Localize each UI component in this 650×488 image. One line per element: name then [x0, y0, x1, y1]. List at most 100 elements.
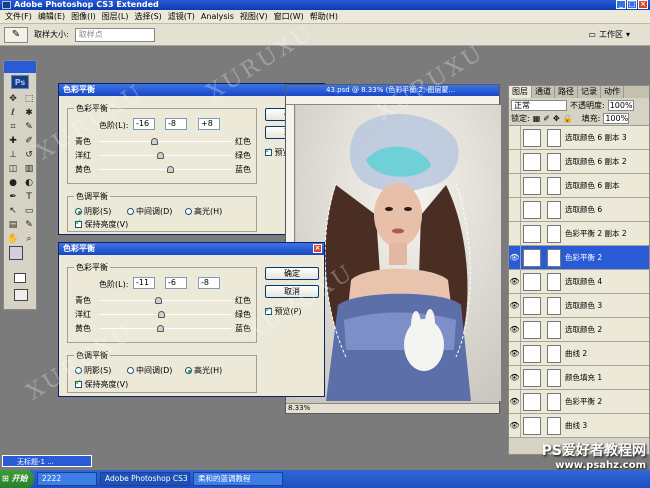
eye-icon[interactable]: 👁	[509, 389, 521, 414]
radio-icon[interactable]	[185, 367, 192, 374]
slider-track[interactable]	[99, 169, 231, 170]
slider-thumb[interactable]	[167, 166, 175, 173]
layer-row[interactable]: 👁 选取颜色 4	[509, 269, 649, 294]
slider-track[interactable]	[99, 141, 231, 142]
eyedropper-tool-preset-icon[interactable]: ✎	[4, 26, 28, 43]
lock-transparent-icon[interactable]: ▦	[533, 114, 541, 123]
crop-tool-icon[interactable]: ⌗	[6, 121, 20, 133]
eye-icon[interactable]: 👁	[509, 245, 521, 270]
level-input-3[interactable]: -8	[198, 277, 220, 289]
level-input-1[interactable]: -16	[133, 118, 155, 130]
slider-thumb[interactable]	[156, 152, 164, 159]
eye-icon[interactable]	[509, 125, 521, 150]
layer-row[interactable]: 👁 色彩平衡 2	[509, 389, 649, 414]
tone-radio-2[interactable]: 高光(H)	[185, 206, 222, 217]
ok-button[interactable]: 确定	[265, 267, 319, 280]
level-input-2[interactable]: -8	[165, 118, 187, 130]
lock-all-icon[interactable]: 🔒	[563, 114, 573, 123]
eyedropper2-tool-icon[interactable]: ✎	[22, 219, 36, 231]
layer-row[interactable]: 👁 颜色填充 1	[509, 365, 649, 390]
gradient-tool-icon[interactable]: ▥	[22, 163, 36, 175]
menu-item[interactable]: 滤镜(T)	[165, 11, 198, 22]
slider-thumb[interactable]	[156, 325, 164, 332]
document-title[interactable]: 43.psd @ 8.33% (色彩平衡 2, 图层蒙...	[286, 85, 499, 96]
radio-icon[interactable]	[127, 367, 134, 374]
brush-tool-icon[interactable]: ✐	[22, 135, 36, 147]
opacity-input[interactable]: 100%	[607, 99, 634, 111]
preserve-luminosity-checkbox[interactable]: 保持亮度(V)	[75, 378, 128, 390]
stamp-tool-icon[interactable]: ⊥	[6, 149, 20, 161]
eye-icon[interactable]: 👁	[509, 317, 521, 342]
ps-logo-icon[interactable]: Ps	[11, 75, 29, 89]
healing-tool-icon[interactable]: ✚	[6, 135, 20, 147]
eraser-tool-icon[interactable]: ◫	[6, 163, 20, 175]
eye-icon[interactable]	[509, 149, 521, 174]
tone-radio-0[interactable]: 阴影(S)	[75, 206, 111, 217]
cancel-button[interactable]: 取消	[265, 285, 319, 298]
checkbox-icon[interactable]	[265, 146, 272, 156]
menu-item[interactable]: 选择(S)	[131, 11, 164, 22]
eye-icon[interactable]	[509, 173, 521, 198]
taskbar-item[interactable]: 2222	[37, 472, 97, 486]
zoom-readout[interactable]: 8.33%	[288, 404, 310, 412]
minimized-document[interactable]: 无标题-1 ...	[2, 455, 92, 467]
magic-wand-tool-icon[interactable]: ✱	[22, 107, 36, 119]
canvas-photo[interactable]	[296, 105, 501, 401]
layer-row[interactable]: 👁 选取颜色 3	[509, 293, 649, 318]
radio-icon[interactable]	[75, 208, 82, 215]
level-input-2[interactable]: -6	[165, 277, 187, 289]
layer-row[interactable]: 选取颜色 6 副本	[509, 173, 649, 198]
eye-icon[interactable]: 👁	[509, 413, 521, 438]
fill-input[interactable]: 100%	[603, 113, 630, 124]
checkbox-icon[interactable]	[75, 218, 82, 228]
eye-icon[interactable]: 👁	[509, 365, 521, 390]
slider-thumb[interactable]	[158, 311, 166, 318]
minimize-button[interactable]: _	[616, 0, 626, 9]
slider-track[interactable]	[99, 300, 231, 301]
hand-tool-icon[interactable]: ✋	[6, 233, 20, 245]
quick-mask-icon[interactable]	[14, 273, 26, 283]
layer-row[interactable]: 👁 色彩平衡 2	[509, 245, 649, 270]
eyedropper-tool-icon[interactable]: ✎	[22, 121, 36, 133]
menu-item[interactable]: 编辑(E)	[35, 11, 68, 22]
pen-tool-icon[interactable]: ✒	[6, 191, 20, 203]
preserve-luminosity-checkbox[interactable]: 保持亮度(V)	[75, 218, 128, 230]
lasso-tool-icon[interactable]: ℓ	[6, 107, 20, 119]
tone-radio-1[interactable]: 中间调(D)	[127, 365, 172, 376]
eye-icon[interactable]	[509, 197, 521, 222]
layer-row[interactable]: 色彩平衡 2 副本 2	[509, 221, 649, 246]
checkbox-icon[interactable]	[265, 305, 272, 315]
sample-size-select[interactable]: 取样点	[74, 27, 155, 42]
marquee-tool-icon[interactable]: ⬚	[22, 93, 36, 105]
lock-brush-icon[interactable]: ✐	[543, 114, 550, 123]
screen-mode-icon[interactable]	[14, 289, 28, 301]
tone-radio-1[interactable]: 中间调(D)	[127, 206, 172, 217]
slider-track[interactable]	[99, 328, 231, 329]
taskbar-item[interactable]: 柔和的蓝调教程	[193, 472, 283, 486]
eye-icon[interactable]: 👁	[509, 293, 521, 318]
level-input-3[interactable]: +8	[198, 118, 220, 130]
type-tool-icon[interactable]: T	[22, 191, 36, 203]
menu-item[interactable]: 文件(F)	[2, 11, 35, 22]
panel-tab[interactable]: 动作	[601, 86, 624, 98]
level-input-1[interactable]: -11	[133, 277, 155, 289]
layer-row[interactable]: 选取颜色 6	[509, 197, 649, 222]
taskbar-item[interactable]: Adobe Photoshop CS3 E...	[100, 472, 190, 486]
maximize-button[interactable]: □	[627, 0, 637, 9]
panel-tab[interactable]: 路径	[555, 86, 578, 98]
layer-row[interactable]: 👁 曲线 2	[509, 341, 649, 366]
dodge-tool-icon[interactable]: ◐	[22, 177, 36, 189]
dialog-close-icon[interactable]: ×	[313, 244, 322, 253]
menu-item[interactable]: 图层(L)	[99, 11, 132, 22]
tone-radio-0[interactable]: 阴影(S)	[75, 365, 111, 376]
dialog-titlebar[interactable]: 色彩平衡 ×	[59, 243, 324, 255]
eye-icon[interactable]: 👁	[509, 269, 521, 294]
blend-mode-select[interactable]: 正常	[511, 99, 567, 111]
radio-icon[interactable]	[127, 208, 134, 215]
slider-thumb[interactable]	[151, 138, 159, 145]
slider-track[interactable]	[99, 155, 231, 156]
layer-row[interactable]: 👁 选取颜色 2	[509, 317, 649, 342]
toolbox-header[interactable]	[4, 61, 36, 73]
close-button[interactable]: ×	[638, 0, 648, 9]
foreground-color-swatch[interactable]	[9, 246, 23, 260]
